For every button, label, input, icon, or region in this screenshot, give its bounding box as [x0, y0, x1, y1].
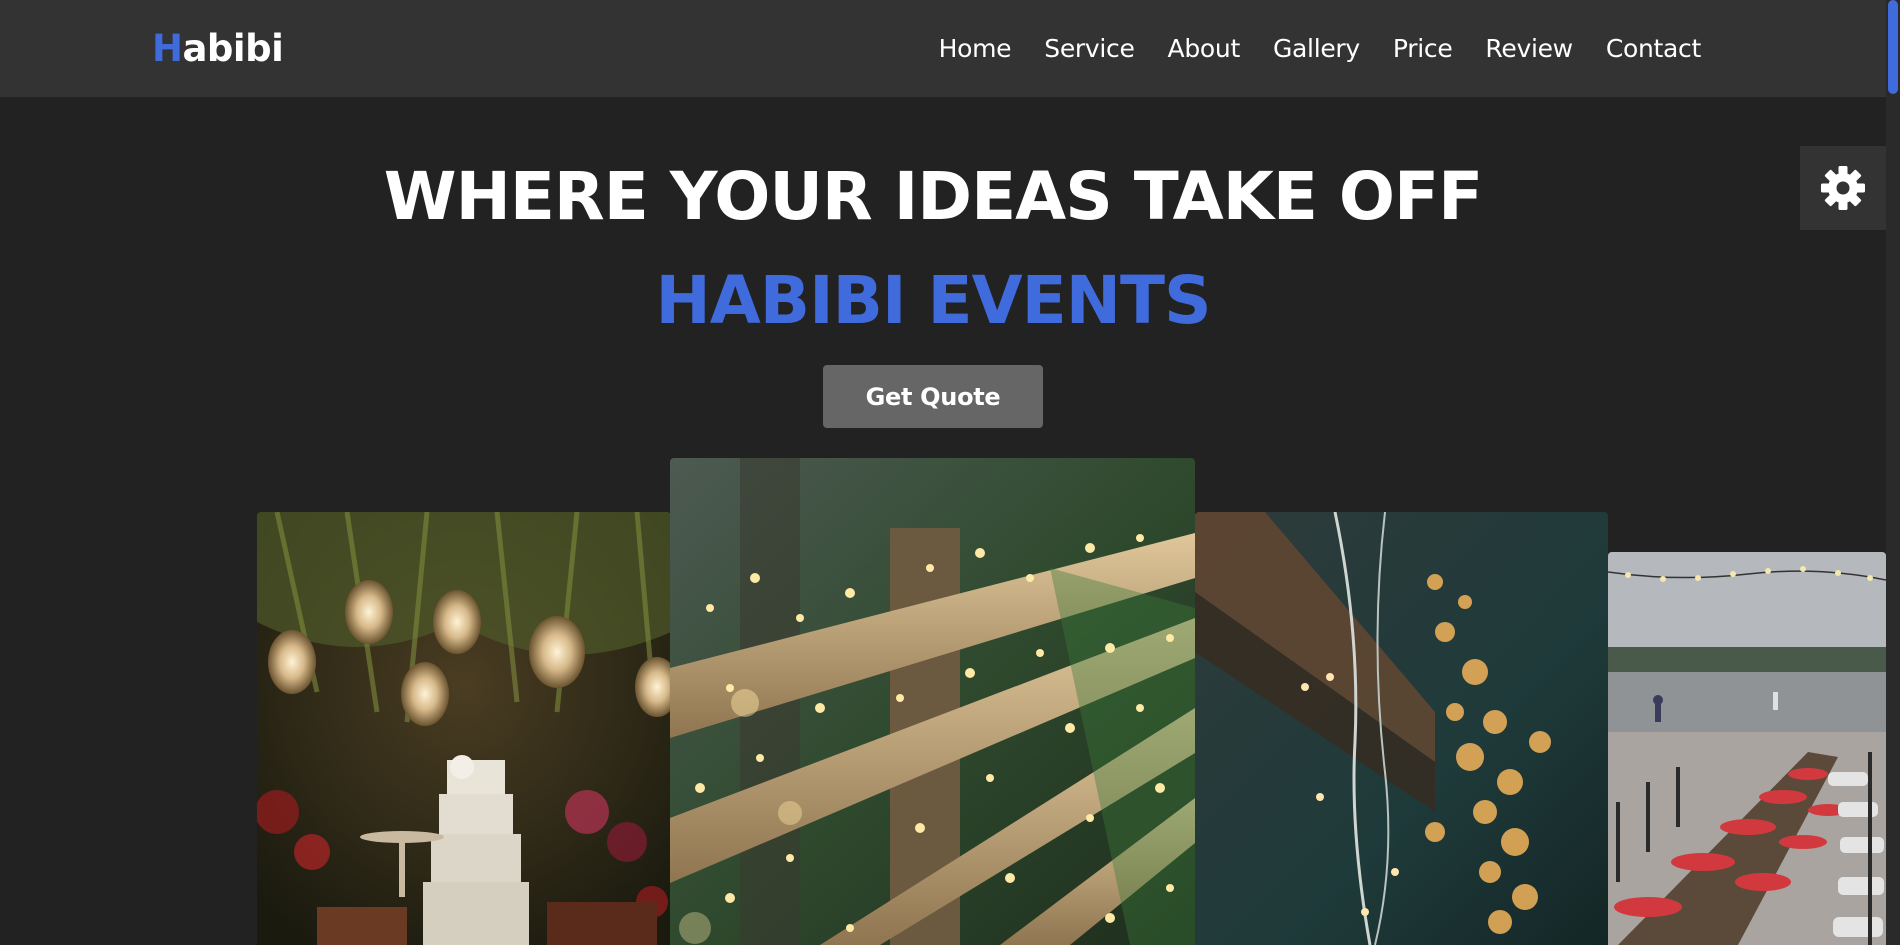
hero-subtitle: HABIBI EVENTS [655, 262, 1211, 339]
nav-link-gallery[interactable]: Gallery [1273, 34, 1360, 63]
get-quote-button[interactable]: Get Quote [823, 365, 1043, 428]
bokeh-lights-image [1195, 512, 1608, 945]
beach-table-image [1608, 552, 1886, 945]
nav-link-about[interactable]: About [1168, 34, 1241, 63]
lanterns-cake-image [257, 512, 671, 945]
gallery-photo-bokeh-lights[interactable] [1195, 512, 1608, 945]
fence-lights-image [670, 458, 1195, 945]
logo-first-letter: H [152, 27, 183, 70]
page: Habibi Home Service About Gallery Price … [0, 0, 1900, 945]
site-header: Habibi Home Service About Gallery Price … [0, 0, 1886, 97]
gallery-photo-beach-table[interactable] [1608, 552, 1886, 945]
scrollbar-thumb[interactable] [1888, 0, 1898, 94]
logo-rest: abibi [182, 27, 284, 70]
gallery-photo-lanterns-cake[interactable] [257, 512, 671, 945]
nav-link-service[interactable]: Service [1044, 34, 1135, 63]
nav-link-review[interactable]: Review [1485, 34, 1573, 63]
main-nav: Home Service About Gallery Price Review … [939, 34, 1702, 63]
page-scrollbar[interactable] [1886, 0, 1900, 945]
hero-title: WHERE YOUR IDEAS TAKE OFF [383, 158, 1483, 235]
nav-link-price[interactable]: Price [1393, 34, 1453, 63]
logo[interactable]: Habibi [152, 27, 284, 70]
gallery-photo-fence-lights[interactable] [670, 458, 1195, 945]
nav-link-contact[interactable]: Contact [1606, 34, 1701, 63]
nav-link-home[interactable]: Home [939, 34, 1012, 63]
